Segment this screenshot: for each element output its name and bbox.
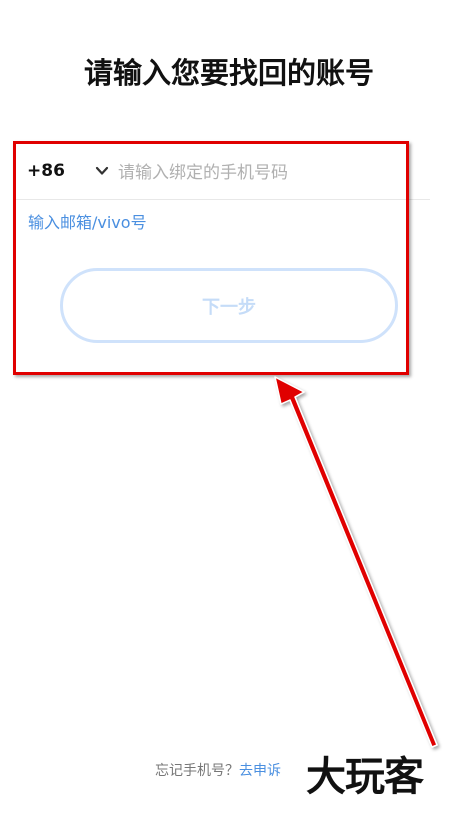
watermark-logo: 大玩客 xyxy=(306,753,424,800)
forgot-phone-text: 忘记手机号？ xyxy=(155,763,239,779)
appeal-link[interactable]: 去申诉 xyxy=(239,763,281,779)
phone-number-input[interactable] xyxy=(118,157,418,189)
country-code-selector[interactable]: +86 xyxy=(27,161,65,181)
email-vivo-id-link[interactable]: 输入邮箱/vivo号 xyxy=(28,209,147,233)
annotation-arrow xyxy=(274,376,438,748)
footer-forgot-phone: 忘记手机号？去申诉 xyxy=(155,760,281,780)
phone-input-row: +86 xyxy=(14,147,430,200)
next-step-button[interactable]: 下一步 xyxy=(60,268,398,343)
page-title: 请输入您要找回的账号 xyxy=(83,56,374,90)
chevron-down-icon[interactable] xyxy=(94,163,110,179)
